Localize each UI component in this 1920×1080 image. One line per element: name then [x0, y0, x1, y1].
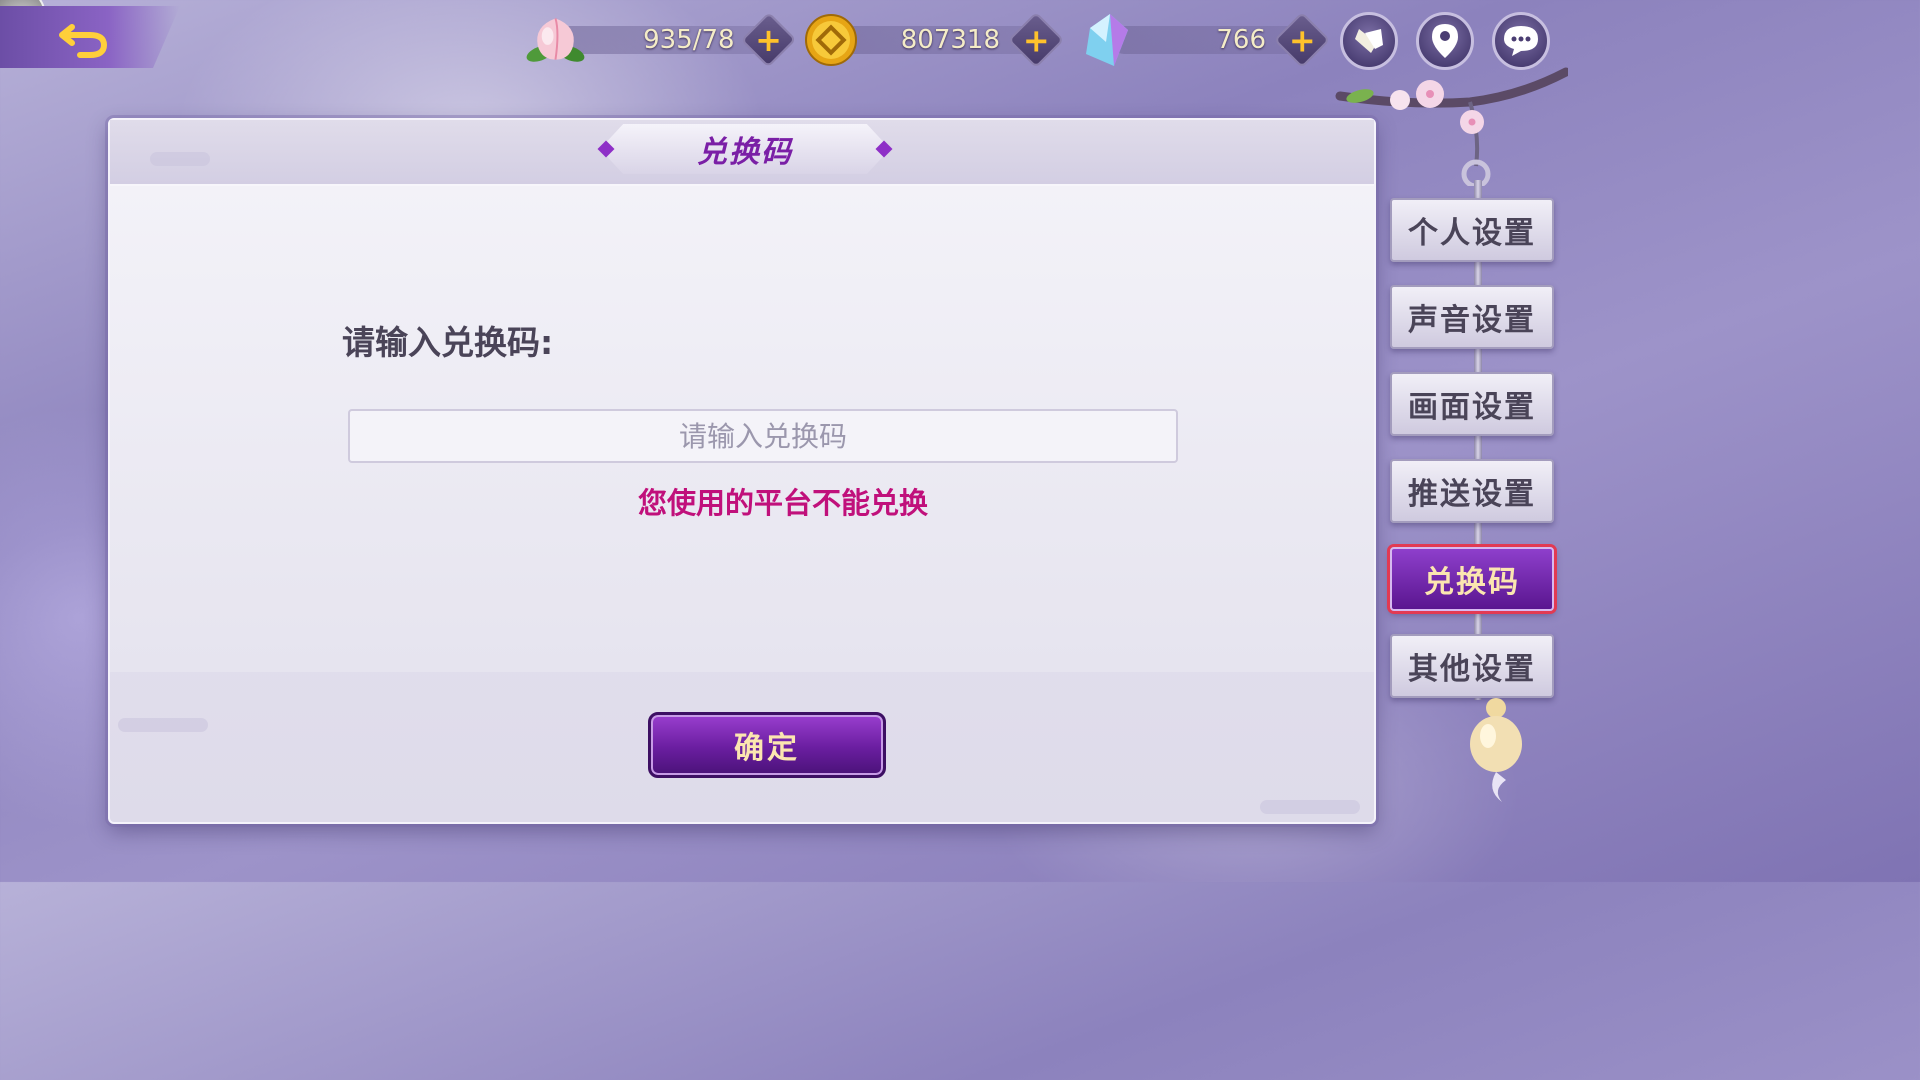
tab-redeem-code[interactable]: 兑换码 [1390, 547, 1554, 611]
crystal-gem-icon [1086, 14, 1128, 66]
platform-error-message: 您使用的平台不能兑换 [637, 486, 928, 520]
panel-title: 兑换码 [697, 135, 793, 170]
gourd-ornament [1470, 698, 1522, 802]
stamina-resource: 935/78 + [526, 11, 797, 69]
tab-sound-settings[interactable]: 声音设置 [1390, 285, 1554, 349]
plus-icon: + [754, 20, 782, 59]
add-stamina-button[interactable]: + [740, 11, 797, 69]
redeem-code-input[interactable] [348, 409, 1178, 463]
tab-other-settings[interactable]: 其他设置 [1390, 634, 1554, 698]
add-coins-button[interactable]: + [1007, 11, 1065, 69]
panel-header: 兑换码 [110, 120, 1374, 186]
gem-value: 766 [1216, 25, 1266, 55]
stamina-value: 935/78 [643, 25, 735, 55]
chat-bubble-icon [1504, 26, 1538, 56]
peach-icon [526, 18, 585, 62]
undo-arrow-icon [59, 24, 108, 58]
scroll-button[interactable] [1340, 12, 1398, 70]
back-button[interactable] [0, 6, 180, 68]
redeem-code-panel: 兑换码 请输入兑换码: 您使用的平台不能兑换 确定 [108, 118, 1376, 824]
tab-personal-settings[interactable]: 个人设置 [1390, 198, 1554, 262]
tab-push-settings[interactable]: 推送设置 [1390, 459, 1554, 523]
coin-value: 807318 [900, 25, 1000, 55]
panel-title-plate: 兑换码 [600, 124, 890, 174]
redeem-prompt-label: 请输入兑换码: [342, 323, 554, 362]
cloud-ornament [150, 152, 210, 166]
cloud-ornament [118, 718, 208, 732]
gold-coin-icon [805, 14, 857, 66]
plus-icon: + [1022, 21, 1050, 59]
tab-graphics-settings[interactable]: 画面设置 [1390, 372, 1554, 436]
cloud-ornament [1260, 800, 1360, 814]
scroll-icon [1355, 29, 1383, 53]
gem-resource: 766 + [1080, 11, 1338, 69]
confirm-button[interactable]: 确定 [648, 712, 886, 778]
location-button[interactable] [1416, 12, 1474, 70]
add-gems-button[interactable]: + [1273, 11, 1331, 69]
plus-icon: + [1288, 21, 1316, 59]
location-pin-icon [1432, 24, 1458, 58]
coin-resource: 807318 + [804, 11, 1065, 69]
chat-button[interactable] [1492, 12, 1550, 70]
